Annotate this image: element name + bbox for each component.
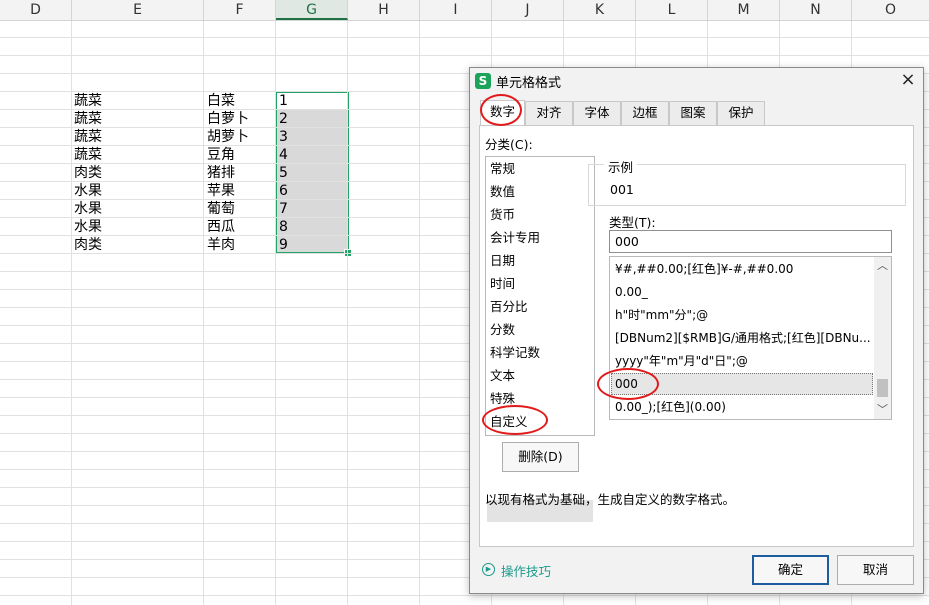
- column-header-i[interactable]: I: [420, 0, 492, 20]
- column-header-n[interactable]: N: [780, 0, 852, 20]
- type-label: 类型(T):: [609, 215, 656, 230]
- close-icon[interactable]: ×: [899, 70, 917, 90]
- cancel-button[interactable]: 取消: [837, 555, 914, 585]
- sample-value: 001: [610, 182, 634, 197]
- tab-number[interactable]: 数字: [480, 100, 525, 126]
- cell-category[interactable]: 蔬菜: [74, 128, 102, 146]
- category-item-date[interactable]: 日期: [490, 250, 590, 272]
- type-input[interactable]: 000: [609, 230, 892, 253]
- format-list-scrollbar[interactable]: ︿ ﹀: [874, 257, 891, 419]
- cell-category[interactable]: 蔬菜: [74, 146, 102, 164]
- tab-font[interactable]: 字体: [573, 101, 621, 125]
- column-header-o[interactable]: O: [852, 0, 929, 20]
- category-item-general[interactable]: 常规: [490, 158, 590, 180]
- cell-category[interactable]: 水果: [74, 218, 102, 236]
- sample-label: 示例: [604, 157, 638, 176]
- column-header-bar: D E F G H I J K L M N O: [0, 0, 929, 21]
- cell-value[interactable]: 5: [279, 164, 288, 182]
- cell-item[interactable]: 羊肉: [207, 236, 235, 254]
- cell-item[interactable]: 白萝卜: [207, 110, 275, 128]
- column-header-h[interactable]: H: [348, 0, 420, 20]
- cell-category[interactable]: 蔬菜: [74, 92, 102, 110]
- tab-alignment[interactable]: 对齐: [525, 101, 573, 125]
- delete-button[interactable]: 删除(D): [502, 442, 579, 472]
- tips-link[interactable]: 操作技巧: [501, 561, 551, 580]
- category-label: 分类(C):: [485, 137, 533, 152]
- tab-pattern[interactable]: 图案: [669, 101, 717, 125]
- cell-item[interactable]: 葡萄: [207, 200, 235, 218]
- column-header-l[interactable]: L: [636, 0, 708, 20]
- format-code-item[interactable]: [DBNum2][$RMB]G/通用格式;[红色][DBNu...: [615, 327, 871, 349]
- cell-category[interactable]: 肉类: [74, 164, 102, 182]
- column-header-f[interactable]: F: [204, 0, 276, 20]
- tab-border[interactable]: 边框: [621, 101, 669, 125]
- format-code-item[interactable]: h"时"mm"分";@: [615, 304, 871, 326]
- cell-item[interactable]: 胡萝卜: [207, 128, 275, 146]
- play-circle-icon[interactable]: ▶: [482, 563, 495, 576]
- cell-item[interactable]: 苹果: [207, 182, 235, 200]
- format-code-item-selected[interactable]: 000: [615, 373, 871, 395]
- category-item-time[interactable]: 时间: [490, 273, 590, 295]
- cell-value[interactable]: 7: [279, 200, 288, 218]
- column-header-g[interactable]: G: [276, 0, 348, 20]
- cell-category[interactable]: 水果: [74, 200, 102, 218]
- dialog-title: 单元格格式: [496, 76, 562, 91]
- cell-value[interactable]: 2: [279, 110, 288, 128]
- grid-row-line: [0, 37, 929, 38]
- column-header-e[interactable]: E: [72, 0, 204, 20]
- scroll-up-icon[interactable]: ︿: [874, 257, 891, 274]
- cell-value[interactable]: 6: [279, 182, 288, 200]
- category-list[interactable]: 常规 数值 货币 会计专用 日期 时间 百分比 分数 科学记数 文本 特殊 自定…: [485, 156, 595, 522]
- column-header-j[interactable]: J: [492, 0, 564, 20]
- category-item-number[interactable]: 数值: [490, 181, 590, 203]
- wps-app-icon: S: [475, 73, 491, 89]
- format-code-item[interactable]: yyyy"年"m"月"d"日";@: [615, 350, 871, 372]
- format-code-item[interactable]: 0.00_);[红色](0.00): [615, 396, 871, 418]
- category-item-text[interactable]: 文本: [490, 365, 590, 387]
- cell-item[interactable]: 豆角: [207, 146, 235, 164]
- ok-button[interactable]: 确定: [752, 555, 829, 585]
- column-header-m[interactable]: M: [708, 0, 780, 20]
- cell-category[interactable]: 蔬菜: [74, 110, 102, 128]
- category-item-scientific[interactable]: 科学记数: [490, 342, 590, 364]
- column-header-k[interactable]: K: [564, 0, 636, 20]
- scroll-down-icon[interactable]: ﹀: [874, 401, 891, 418]
- scroll-thumb[interactable]: [877, 379, 888, 397]
- category-item-custom[interactable]: 自定义: [490, 411, 590, 433]
- column-header-d[interactable]: D: [0, 0, 72, 20]
- cell-item[interactable]: 西瓜: [207, 218, 235, 236]
- cell-item[interactable]: 猪排: [207, 164, 235, 182]
- format-description: 以现有格式为基础，生成自定义的数字格式。: [485, 492, 736, 507]
- cell-value[interactable]: 8: [279, 218, 288, 236]
- grid-row-line: [0, 55, 929, 56]
- format-code-item[interactable]: ¥#,##0.00;[红色]¥-#,##0.00: [615, 258, 871, 280]
- format-cells-dialog: S 单元格格式 × 数字 对齐 字体 边框 图案 保护 分类(C): 常规 数值…: [469, 67, 924, 594]
- category-item-accounting[interactable]: 会计专用: [490, 227, 590, 249]
- cell-value[interactable]: 4: [279, 146, 288, 164]
- category-item-fraction[interactable]: 分数: [490, 319, 590, 341]
- tab-protection[interactable]: 保护: [717, 101, 765, 125]
- cell-category[interactable]: 水果: [74, 182, 102, 200]
- format-code-item[interactable]: 0.00_: [615, 281, 871, 303]
- dialog-title-bar[interactable]: S 单元格格式 ×: [470, 68, 923, 94]
- category-item-special[interactable]: 特殊: [490, 388, 590, 410]
- category-item-currency[interactable]: 货币: [490, 204, 590, 226]
- cell-category[interactable]: 肉类: [74, 236, 102, 254]
- grid-row-line: [0, 595, 929, 596]
- category-item-percentage[interactable]: 百分比: [490, 296, 590, 318]
- cell-item[interactable]: 白菜: [207, 92, 235, 110]
- cell-value[interactable]: 9: [279, 236, 288, 254]
- format-code-list[interactable]: ¥#,##0.00;[红色]¥-#,##0.00 0.00_ h"时"mm"分"…: [609, 256, 892, 420]
- cell-value[interactable]: 3: [279, 128, 288, 146]
- cell-value[interactable]: 1: [279, 92, 288, 110]
